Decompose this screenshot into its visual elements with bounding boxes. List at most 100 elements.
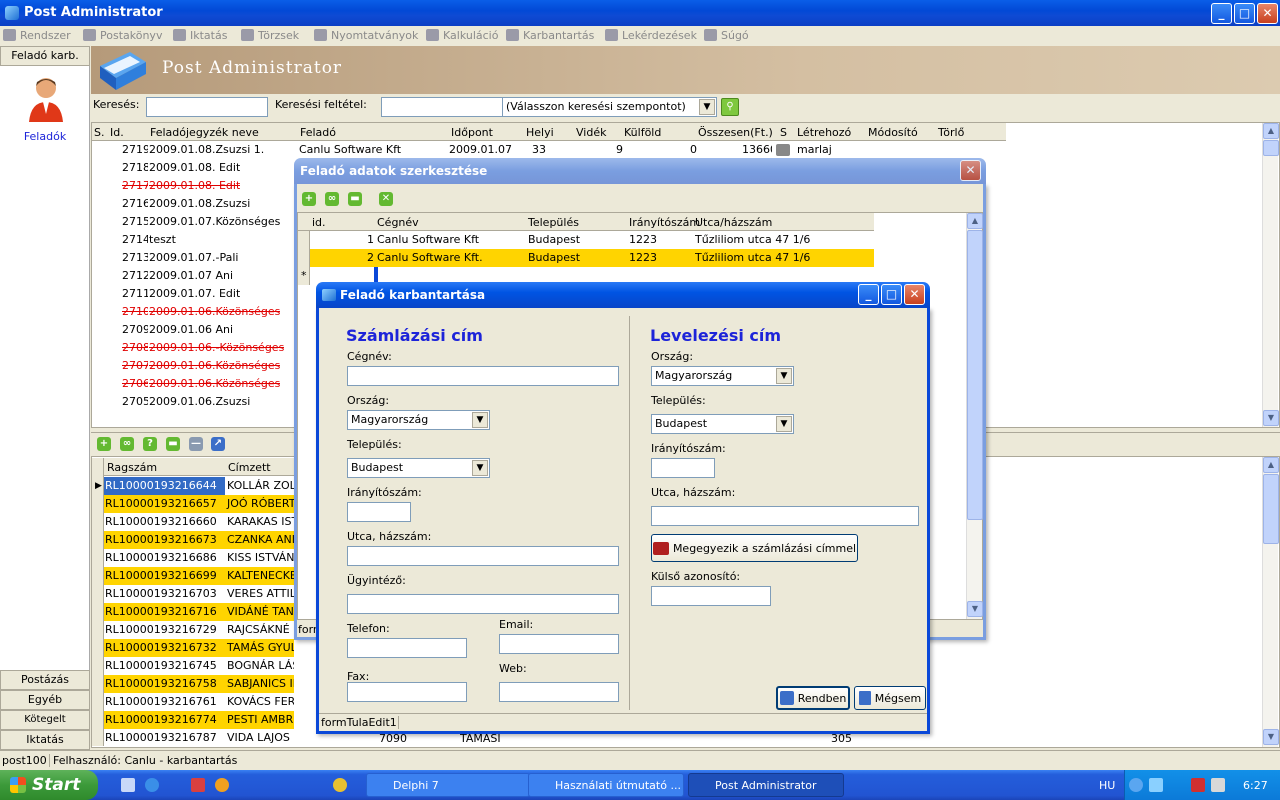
postal-country-select[interactable]: Magyarország ▼: [651, 366, 794, 386]
postal-street-input[interactable]: [651, 506, 919, 526]
table-row[interactable]: RL10000193216716 VIDÁNÉ TANK: [104, 603, 294, 621]
scroll-thumb[interactable]: [1263, 140, 1279, 156]
postal-city-select[interactable]: Budapest ▼: [651, 414, 794, 434]
col-s[interactable]: S.: [94, 124, 104, 142]
menu-sugo[interactable]: Súgó: [704, 29, 749, 42]
menu-karbantartas[interactable]: Karbantartás: [506, 29, 594, 42]
table-row[interactable]: RL10000193216787 VIDA LAJOS: [104, 729, 294, 747]
scroll-thumb[interactable]: [967, 230, 983, 520]
desktop-icon[interactable]: [121, 778, 135, 792]
help-icon[interactable]: ?: [143, 437, 157, 451]
col-total[interactable]: Összesen(Ft.): [698, 124, 773, 142]
minimize-icon[interactable]: _: [1211, 3, 1232, 24]
left-tab-egyeb[interactable]: Egyéb: [0, 690, 90, 710]
col-modifier[interactable]: Módosító: [868, 124, 918, 142]
postal-zip-input[interactable]: [651, 458, 715, 478]
table-row[interactable]: RL10000193216758SABJANICS IMRE: [104, 675, 294, 693]
left-tab-kotegelt[interactable]: Kötegelt postázás: [0, 710, 90, 743]
bottom-grid-scrollbar[interactable]: ▲ ▼: [1262, 457, 1279, 747]
task-manual[interactable]: Használati útmutató ...: [528, 773, 684, 797]
col-company[interactable]: Cégnév: [377, 214, 419, 232]
scroll-up-icon[interactable]: ▲: [967, 213, 983, 229]
col-id[interactable]: id.: [312, 214, 326, 232]
ok-button[interactable]: Rendben: [776, 686, 850, 710]
col-domestic[interactable]: Vidék: [576, 124, 606, 142]
table-row[interactable]: RL10000193216732TAMÁS GYULÁNÉ: [104, 639, 294, 657]
billing-street-input[interactable]: [347, 546, 619, 566]
task-delphi[interactable]: Delphi 7: [366, 773, 530, 797]
close-icon[interactable]: ✕: [904, 284, 925, 305]
col-abroad[interactable]: Külföld: [624, 124, 661, 142]
top-grid-scrollbar[interactable]: ▲ ▼: [1262, 123, 1279, 427]
volume-icon[interactable]: [1211, 778, 1225, 792]
separator-icon[interactable]: —: [189, 437, 203, 451]
table-row-selected[interactable]: 2 Canlu Software Kft. Budapest 1223 Tűzl…: [310, 249, 874, 267]
task-post-admin[interactable]: Post Administrator: [688, 773, 844, 797]
col-date[interactable]: Időpont: [451, 124, 493, 142]
table-row[interactable]: RL10000193216761KOVÁCS FERENC: [104, 693, 294, 711]
col-city[interactable]: Település: [528, 214, 579, 232]
maximize-icon[interactable]: □: [881, 284, 902, 305]
left-tab-postazas[interactable]: Postázás: [0, 670, 90, 690]
chevron-down-icon[interactable]: ▼: [776, 368, 792, 384]
col-id[interactable]: Id.: [110, 124, 124, 142]
table-row[interactable]: RL10000193216686 KISS ISTVÁN: [104, 549, 294, 567]
senders-scrollbar[interactable]: ▲ ▼: [966, 213, 983, 619]
table-row[interactable]: RL10000193216644 KOLLÁR ZOLT: [104, 477, 294, 495]
chrome-icon[interactable]: [333, 778, 347, 792]
edit-icon[interactable]: ∞: [325, 192, 339, 206]
tray-chevron-icon[interactable]: [1129, 778, 1143, 792]
billing-country-select[interactable]: Magyarország ▼: [347, 410, 490, 430]
table-row[interactable]: RL10000193216729 RAJCSÁKNÉ P: [104, 621, 294, 639]
delete-icon[interactable]: ▬: [166, 437, 180, 451]
media-icon[interactable]: [215, 778, 229, 792]
billing-city-select[interactable]: Budapest ▼: [347, 458, 490, 478]
web-input[interactable]: [499, 682, 619, 702]
email-input[interactable]: [499, 634, 619, 654]
export-icon[interactable]: ↗: [211, 437, 225, 451]
cancel-button[interactable]: Mégsem: [854, 686, 926, 710]
minimize-icon[interactable]: _: [858, 284, 879, 305]
scroll-down-icon[interactable]: ▼: [1263, 410, 1279, 426]
criteria-combo[interactable]: (Válasszon keresési szempontot) ▼: [502, 97, 717, 117]
table-row[interactable]: RL10000193216699KALTENECKER: [104, 567, 294, 585]
table-row[interactable]: RL10000193216660KARAKAS ISTV: [104, 513, 294, 531]
person-icon[interactable]: [27, 76, 65, 122]
left-item-feladok[interactable]: Feladók: [0, 130, 90, 143]
antivirus-icon[interactable]: [1191, 778, 1205, 792]
menu-kalkulacio[interactable]: Kalkuláció: [426, 29, 498, 42]
table-row[interactable]: RL10000193216673CZANKA ANIT: [104, 531, 294, 549]
table-row[interactable]: 1 Canlu Software Kft Budapest 1223 Tűzli…: [310, 231, 874, 249]
delphi-icon[interactable]: [191, 778, 205, 792]
col-cimzett[interactable]: Címzett: [228, 459, 271, 477]
close-icon[interactable]: ✕: [1257, 3, 1278, 24]
external-id-input[interactable]: [651, 586, 771, 606]
fax-input[interactable]: [347, 682, 467, 702]
table-row[interactable]: 2719 2009.01.08.Zsuzsi 1. Canlu Software…: [92, 141, 1006, 159]
criteria-input[interactable]: [381, 97, 503, 117]
col-name[interactable]: Feladójegyzék neve: [150, 124, 259, 142]
menu-nyomtatvanyok[interactable]: Nyomtatványok: [314, 29, 418, 42]
col-ragszam[interactable]: Ragszám: [107, 459, 157, 477]
left-panel-header[interactable]: Feladó karb.: [0, 46, 90, 66]
menu-postakonyv[interactable]: Postakönyv: [83, 29, 162, 42]
col-sender[interactable]: Feladó: [300, 124, 336, 142]
add-icon[interactable]: +: [302, 192, 316, 206]
chevron-down-icon[interactable]: ▼: [776, 416, 792, 432]
col-zip[interactable]: Irányítószám: [629, 214, 700, 232]
network-icon[interactable]: [1149, 778, 1163, 792]
col-creator[interactable]: Létrehozó: [797, 124, 851, 142]
col-street[interactable]: Utca/házszám: [695, 214, 772, 232]
table-row[interactable]: RL10000193216745BOGNÁR LÁSZLÓN: [104, 657, 294, 675]
maximize-icon[interactable]: □: [1234, 3, 1255, 24]
chevron-down-icon[interactable]: ▼: [472, 412, 488, 428]
scroll-thumb[interactable]: [1263, 474, 1279, 544]
scroll-up-icon[interactable]: ▲: [1263, 457, 1279, 473]
billing-zip-input[interactable]: [347, 502, 411, 522]
chevron-down-icon[interactable]: ▼: [699, 99, 715, 115]
menu-rendszer[interactable]: Rendszer: [3, 29, 71, 42]
company-input[interactable]: [347, 366, 619, 386]
add-icon[interactable]: +: [97, 437, 111, 451]
ie-icon[interactable]: [145, 778, 159, 792]
same-as-billing-button[interactable]: Megegyezik a számlázási címmel: [651, 534, 858, 562]
